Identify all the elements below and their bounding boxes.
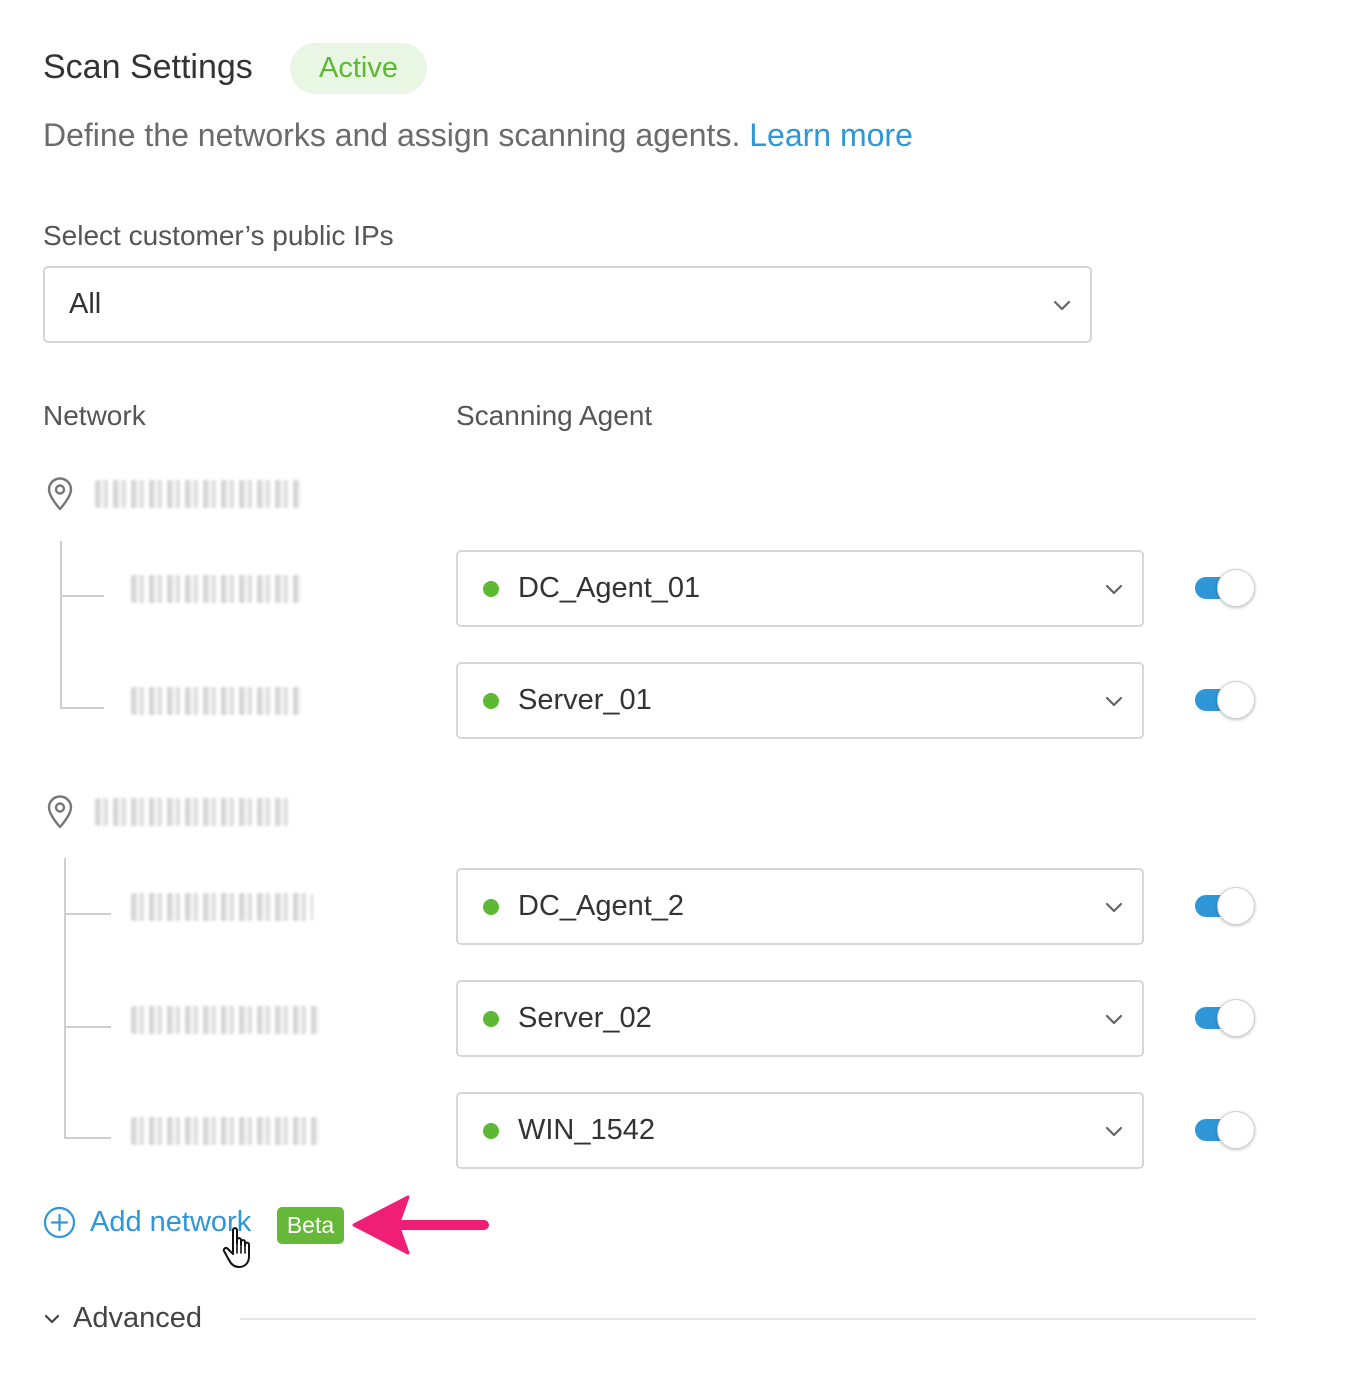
agent-toggle[interactable] xyxy=(1195,681,1255,719)
page-description: Define the networks and assign scanning … xyxy=(43,117,913,154)
page-title: Scan Settings xyxy=(43,48,253,86)
learn-more-link[interactable]: Learn more xyxy=(749,117,913,153)
toggle-knob xyxy=(1217,999,1255,1037)
tree-line xyxy=(64,913,111,915)
subnet-address xyxy=(131,575,301,603)
plus-circle-icon xyxy=(43,1206,76,1239)
toggle-knob xyxy=(1217,569,1255,607)
chevron-down-icon xyxy=(1105,584,1123,594)
public-ips-value: All xyxy=(69,288,102,320)
agent-name: Server_01 xyxy=(518,684,652,716)
agent-select[interactable]: Server_02 xyxy=(456,980,1144,1057)
advanced-toggle[interactable]: Advanced xyxy=(43,1302,202,1335)
divider xyxy=(240,1318,1256,1320)
online-status-dot xyxy=(483,1122,499,1139)
location-pin-icon xyxy=(47,795,73,829)
tree-line xyxy=(64,1026,111,1028)
annotation-arrow-icon xyxy=(352,1195,489,1255)
agent-toggle[interactable] xyxy=(1195,1111,1255,1149)
network-column-header: Network xyxy=(43,400,146,431)
online-status-dot xyxy=(483,580,499,597)
chevron-down-icon xyxy=(1105,1014,1123,1024)
tree-line xyxy=(64,858,66,1139)
description-text: Define the networks and assign scanning … xyxy=(43,117,741,153)
chevron-down-icon xyxy=(1105,902,1123,912)
agent-select[interactable]: Server_01 xyxy=(456,662,1144,739)
subnet-address xyxy=(131,687,301,715)
chevron-down-icon xyxy=(1105,696,1123,706)
tree-line xyxy=(60,541,62,709)
status-badge: Active xyxy=(290,43,427,94)
subnet-address xyxy=(131,1006,319,1034)
toggle-knob xyxy=(1217,887,1255,925)
agent-name: WIN_1542 xyxy=(518,1114,656,1146)
chevron-down-icon xyxy=(1053,300,1071,310)
beta-badge: Beta xyxy=(277,1207,344,1244)
public-ips-select[interactable]: All xyxy=(43,266,1092,343)
hand-cursor-icon xyxy=(222,1227,250,1268)
agent-column-header: Scanning Agent xyxy=(456,400,653,431)
tree-line xyxy=(60,595,104,597)
agent-select[interactable]: DC_Agent_01 xyxy=(456,550,1144,627)
network-address xyxy=(95,480,301,508)
advanced-label: Advanced xyxy=(73,1302,202,1334)
tree-line xyxy=(64,1137,111,1139)
network-address xyxy=(95,798,290,826)
agent-name: DC_Agent_01 xyxy=(518,572,701,604)
chevron-down-icon xyxy=(44,1314,60,1323)
tree-line xyxy=(60,707,104,709)
add-network-button[interactable]: Add network xyxy=(43,1206,251,1239)
agent-select[interactable]: WIN_1542 xyxy=(456,1092,1144,1169)
agent-toggle[interactable] xyxy=(1195,999,1255,1037)
online-status-dot xyxy=(483,692,499,709)
subnet-address xyxy=(131,893,313,921)
agent-name: DC_Agent_2 xyxy=(518,890,685,922)
agent-toggle[interactable] xyxy=(1195,569,1255,607)
online-status-dot xyxy=(483,1010,499,1027)
subnet-address xyxy=(131,1117,319,1145)
agent-select[interactable]: DC_Agent_2 xyxy=(456,868,1144,945)
agent-toggle[interactable] xyxy=(1195,887,1255,925)
chevron-down-icon xyxy=(1105,1126,1123,1136)
online-status-dot xyxy=(483,898,499,915)
toggle-knob xyxy=(1217,681,1255,719)
agent-name: Server_02 xyxy=(518,1002,652,1034)
toggle-knob xyxy=(1217,1111,1255,1149)
location-pin-icon xyxy=(47,477,73,511)
public-ips-label: Select customer’s public IPs xyxy=(43,220,394,251)
